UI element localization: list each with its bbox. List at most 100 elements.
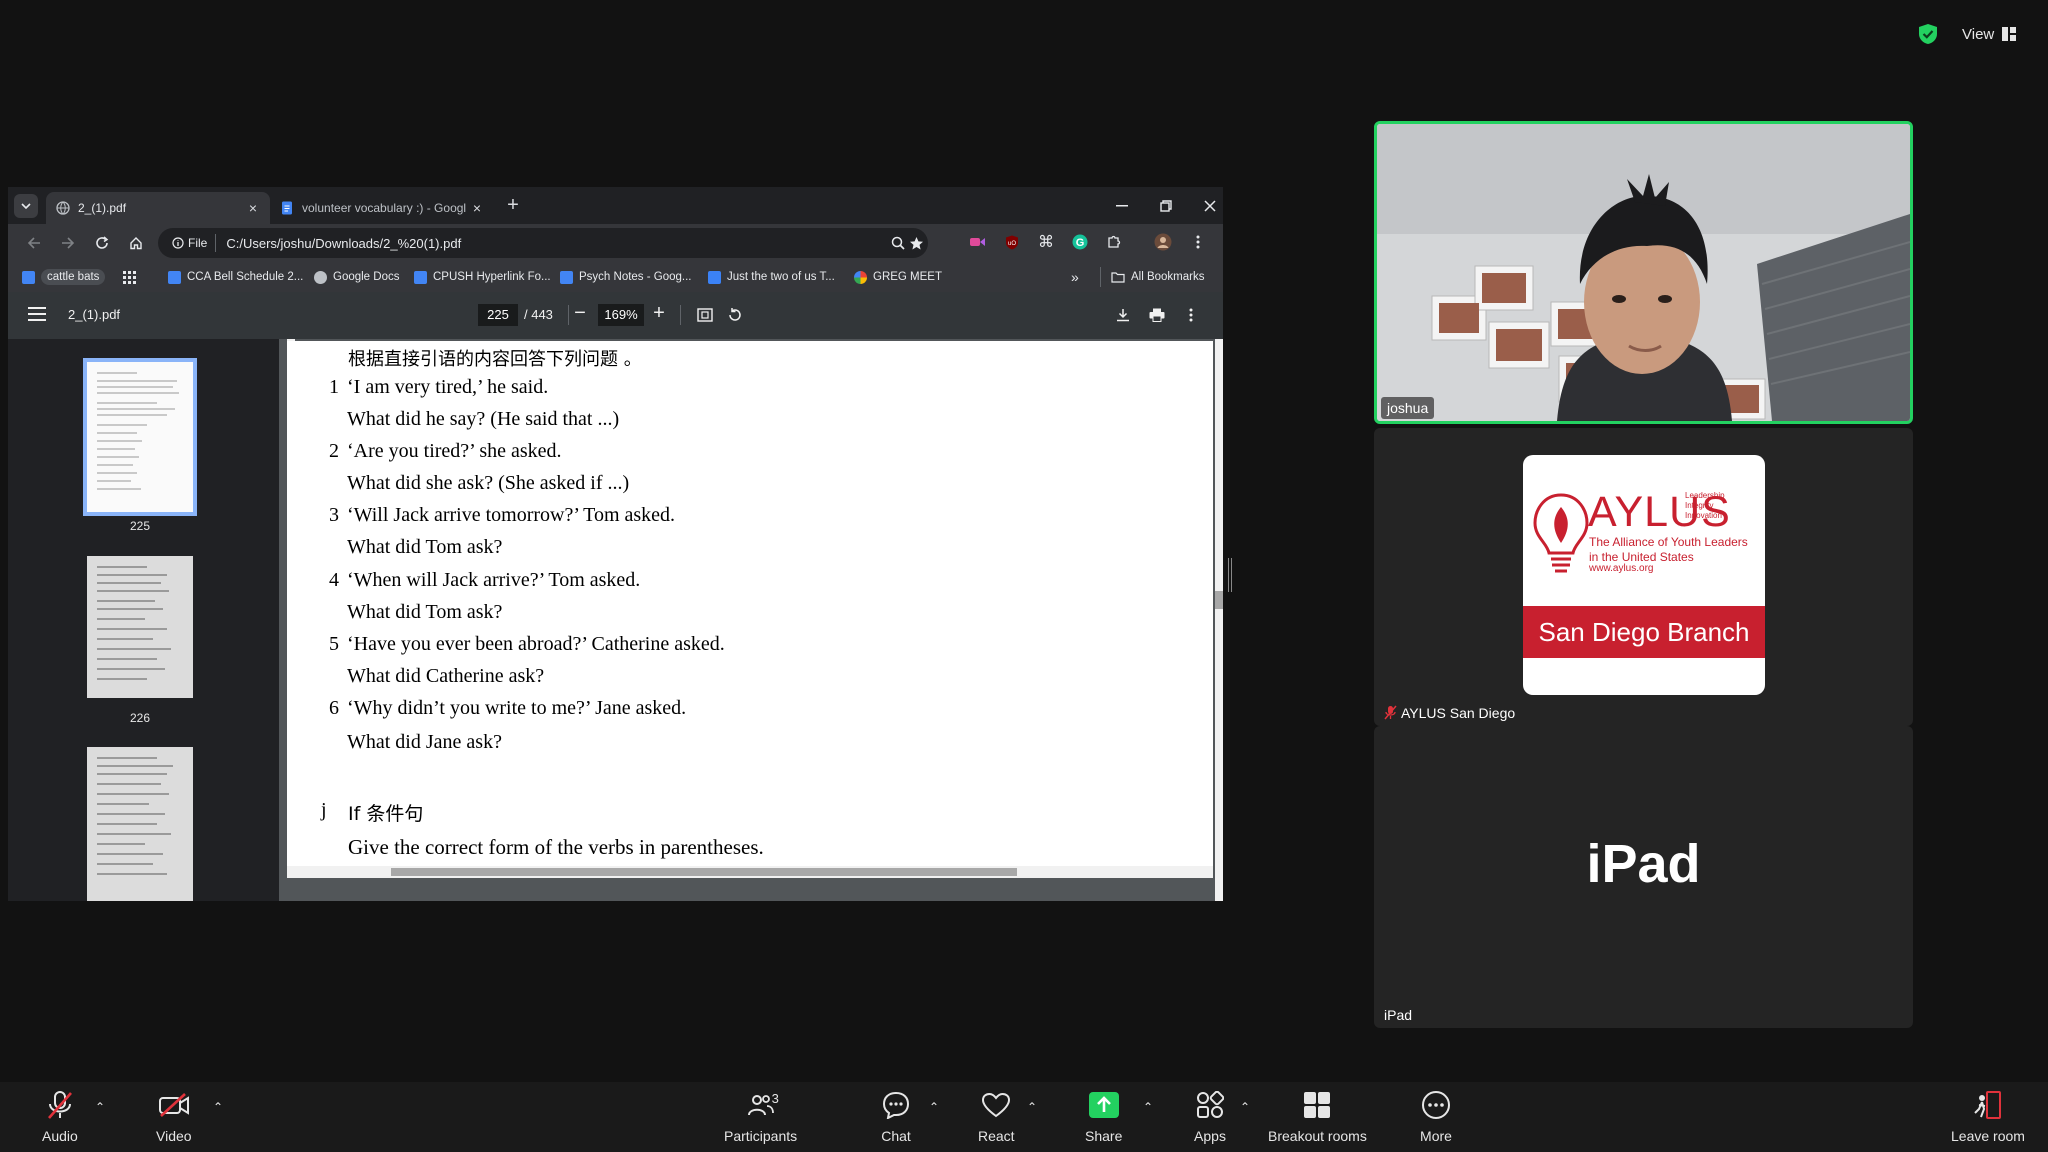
bookmark-item[interactable]: CPUSH Hyperlink Fo...: [414, 267, 551, 287]
toolbar-divider: [680, 305, 681, 325]
video-label: Video: [156, 1128, 192, 1144]
leave-room-button[interactable]: Leave room: [1951, 1088, 2025, 1144]
home-button[interactable]: [124, 231, 148, 255]
share-button[interactable]: Share: [1085, 1088, 1122, 1144]
extension-screencast-icon[interactable]: [968, 232, 988, 252]
breakout-rooms-button[interactable]: Breakout rooms: [1268, 1088, 1367, 1144]
bookmark-star-icon[interactable]: [906, 233, 926, 253]
zoom-page-icon[interactable]: [888, 233, 908, 253]
video-button[interactable]: Video: [156, 1088, 192, 1144]
all-bookmarks[interactable]: All Bookmarks: [1100, 267, 1205, 287]
address-bar[interactable]: File C:/Users/joshu/Downloads/2_%20(1).p…: [158, 228, 928, 258]
breakout-rooms-icon: [1304, 1092, 1331, 1118]
svg-text:uO: uO: [1008, 241, 1016, 247]
new-tab-button[interactable]: +: [502, 195, 524, 217]
page-thumbnail[interactable]: [83, 358, 197, 516]
chrome-icon: [854, 270, 867, 284]
apps-icon: [1197, 1091, 1224, 1118]
audio-label: Audio: [42, 1128, 78, 1144]
zoom-level-input[interactable]: 169%: [598, 304, 644, 326]
tab-search-dropdown[interactable]: [14, 194, 38, 218]
site-info-chip[interactable]: File: [166, 234, 217, 252]
video-tile-joshua[interactable]: joshua: [1374, 121, 1913, 424]
browser-menu-icon[interactable]: [1188, 232, 1208, 252]
fit-page-icon[interactable]: [694, 304, 716, 326]
item-number: 2: [329, 440, 339, 462]
bookmark-label: Just the two of us T...: [727, 271, 835, 283]
close-window-button[interactable]: [1188, 187, 1223, 224]
extension-ublock-icon[interactable]: uO: [1002, 232, 1022, 252]
participants-icon: [747, 1095, 774, 1116]
extensions-puzzle-icon[interactable]: [1104, 232, 1124, 252]
pdf-thumbnail-sidebar: 225 226: [8, 339, 279, 901]
horizontal-scrollbar[interactable]: [287, 866, 1213, 878]
restore-button[interactable]: [1144, 187, 1188, 224]
minimize-button[interactable]: [1100, 187, 1144, 224]
audio-button[interactable]: Audio: [42, 1088, 78, 1144]
resize-handle[interactable]: [1228, 558, 1232, 592]
rotate-icon[interactable]: [724, 304, 746, 326]
extension-command-icon[interactable]: ⌘: [1036, 232, 1056, 252]
item-number: 1: [329, 376, 339, 398]
download-icon[interactable]: [1112, 304, 1134, 326]
arrow-right-icon: [62, 237, 75, 249]
share-options-caret[interactable]: ⌃: [1141, 1100, 1155, 1114]
pdf-viewer: 根据直接引语的内容回答下列问题 。 1 ‘I am very tired,’ h…: [279, 339, 1223, 901]
video-tile-aylus-san-diego[interactable]: AYLUS Leadership Integrity Innovation Th…: [1374, 428, 1913, 726]
globe-icon: [314, 270, 327, 284]
participants-label: Participants: [724, 1128, 798, 1144]
zoom-out-button[interactable]: −: [569, 303, 591, 325]
zoom-in-button[interactable]: +: [648, 303, 670, 325]
chat-button[interactable]: Chat: [879, 1088, 913, 1144]
google-docs-icon: [414, 270, 427, 284]
pdf-toolbar: 2_(1).pdf 225 / 443 − 169% +: [8, 292, 1223, 339]
react-options-caret[interactable]: ⌃: [1025, 1100, 1039, 1114]
chat-options-caret[interactable]: ⌃: [927, 1100, 941, 1114]
forward-button[interactable]: [56, 231, 80, 255]
leave-door-icon: [1974, 1091, 2001, 1119]
close-tab-icon[interactable]: ×: [246, 201, 260, 215]
pdf-more-icon[interactable]: [1180, 304, 1202, 326]
profile-avatar[interactable]: [1153, 232, 1173, 252]
audio-options-caret[interactable]: ⌃: [93, 1100, 107, 1114]
tab-google-doc[interactable]: volunteer vocabulary :) - Googl ×: [270, 192, 494, 224]
print-icon[interactable]: [1146, 304, 1168, 326]
back-button[interactable]: [22, 231, 46, 255]
video-options-caret[interactable]: ⌃: [211, 1100, 225, 1114]
share-screen-icon: [1088, 1092, 1119, 1118]
item-quote: ‘Will Jack arrive tomorrow?’ Tom asked.: [347, 504, 676, 526]
bookmark-item[interactable]: Just the two of us T...: [708, 267, 835, 287]
apps-options-caret[interactable]: ⌃: [1238, 1100, 1252, 1114]
bookmark-item[interactable]: Psych Notes - Goog...: [560, 267, 692, 287]
more-button[interactable]: More: [1419, 1088, 1453, 1144]
apps-button[interactable]: Apps: [1193, 1088, 1227, 1144]
item-number: 5: [329, 633, 339, 655]
page-thumbnail[interactable]: [87, 556, 193, 698]
branch-banner: San Diego Branch: [1523, 606, 1765, 658]
react-button[interactable]: React: [978, 1088, 1015, 1144]
participant-display-name: iPad: [1586, 834, 1701, 894]
vertical-scrollbar[interactable]: [1215, 339, 1223, 901]
tab-pdf[interactable]: 2_(1).pdf ×: [46, 192, 270, 224]
apps-grid-icon[interactable]: [123, 267, 136, 287]
view-button[interactable]: View: [1962, 22, 2017, 46]
bookmark-item[interactable]: Google Docs: [314, 267, 399, 287]
bookmark-label: CPUSH Hyperlink Fo...: [433, 271, 551, 283]
view-layout-icon: [2002, 27, 2017, 41]
security-shield-icon[interactable]: [1917, 23, 1939, 45]
video-tile-ipad[interactable]: iPad iPad: [1374, 726, 1913, 1028]
reload-button[interactable]: [90, 231, 114, 255]
extension-grammarly-icon[interactable]: G: [1070, 232, 1090, 252]
more-label: More: [1420, 1128, 1452, 1144]
close-tab-icon[interactable]: ×: [470, 201, 484, 215]
sidebar-menu-icon[interactable]: [28, 307, 46, 323]
bookmark-item[interactable]: GREG MEET: [854, 267, 942, 287]
bookmark-item[interactable]: cattle bats: [22, 267, 106, 287]
more-bookmarks-button[interactable]: »: [1071, 267, 1079, 287]
participant-name-tag: AYLUS San Diego: [1378, 702, 1521, 724]
bookmark-item[interactable]: CCA Bell Schedule 2...: [168, 267, 303, 287]
page-thumbnail[interactable]: [87, 747, 193, 901]
participants-button[interactable]: 3 Participants: [724, 1088, 797, 1144]
page-number-input[interactable]: 225: [478, 304, 518, 326]
item-number: 4: [329, 569, 339, 591]
